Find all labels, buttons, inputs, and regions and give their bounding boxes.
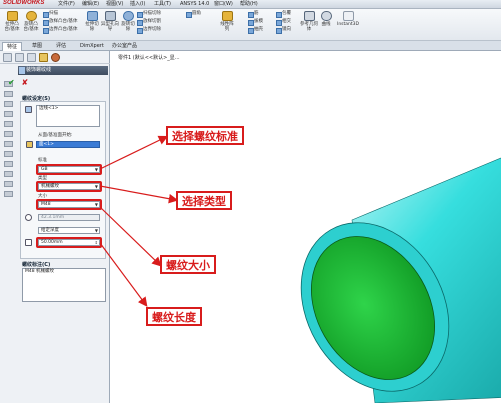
annotation-type: 选择类型: [176, 191, 232, 210]
arrow-length: [99, 242, 148, 307]
highlight-standard: [36, 164, 102, 175]
annotation-length: 螺纹长度: [146, 307, 202, 326]
highlight-size: [36, 199, 102, 210]
annotation-standard: 选择螺纹标准: [166, 126, 244, 145]
highlight-length: [36, 237, 102, 248]
arrow-type: [99, 185, 179, 204]
annotation-size: 螺纹大小: [160, 255, 216, 274]
arrow-size: [99, 206, 162, 267]
highlight-type: [36, 181, 102, 192]
arrow-standard: [99, 135, 169, 170]
